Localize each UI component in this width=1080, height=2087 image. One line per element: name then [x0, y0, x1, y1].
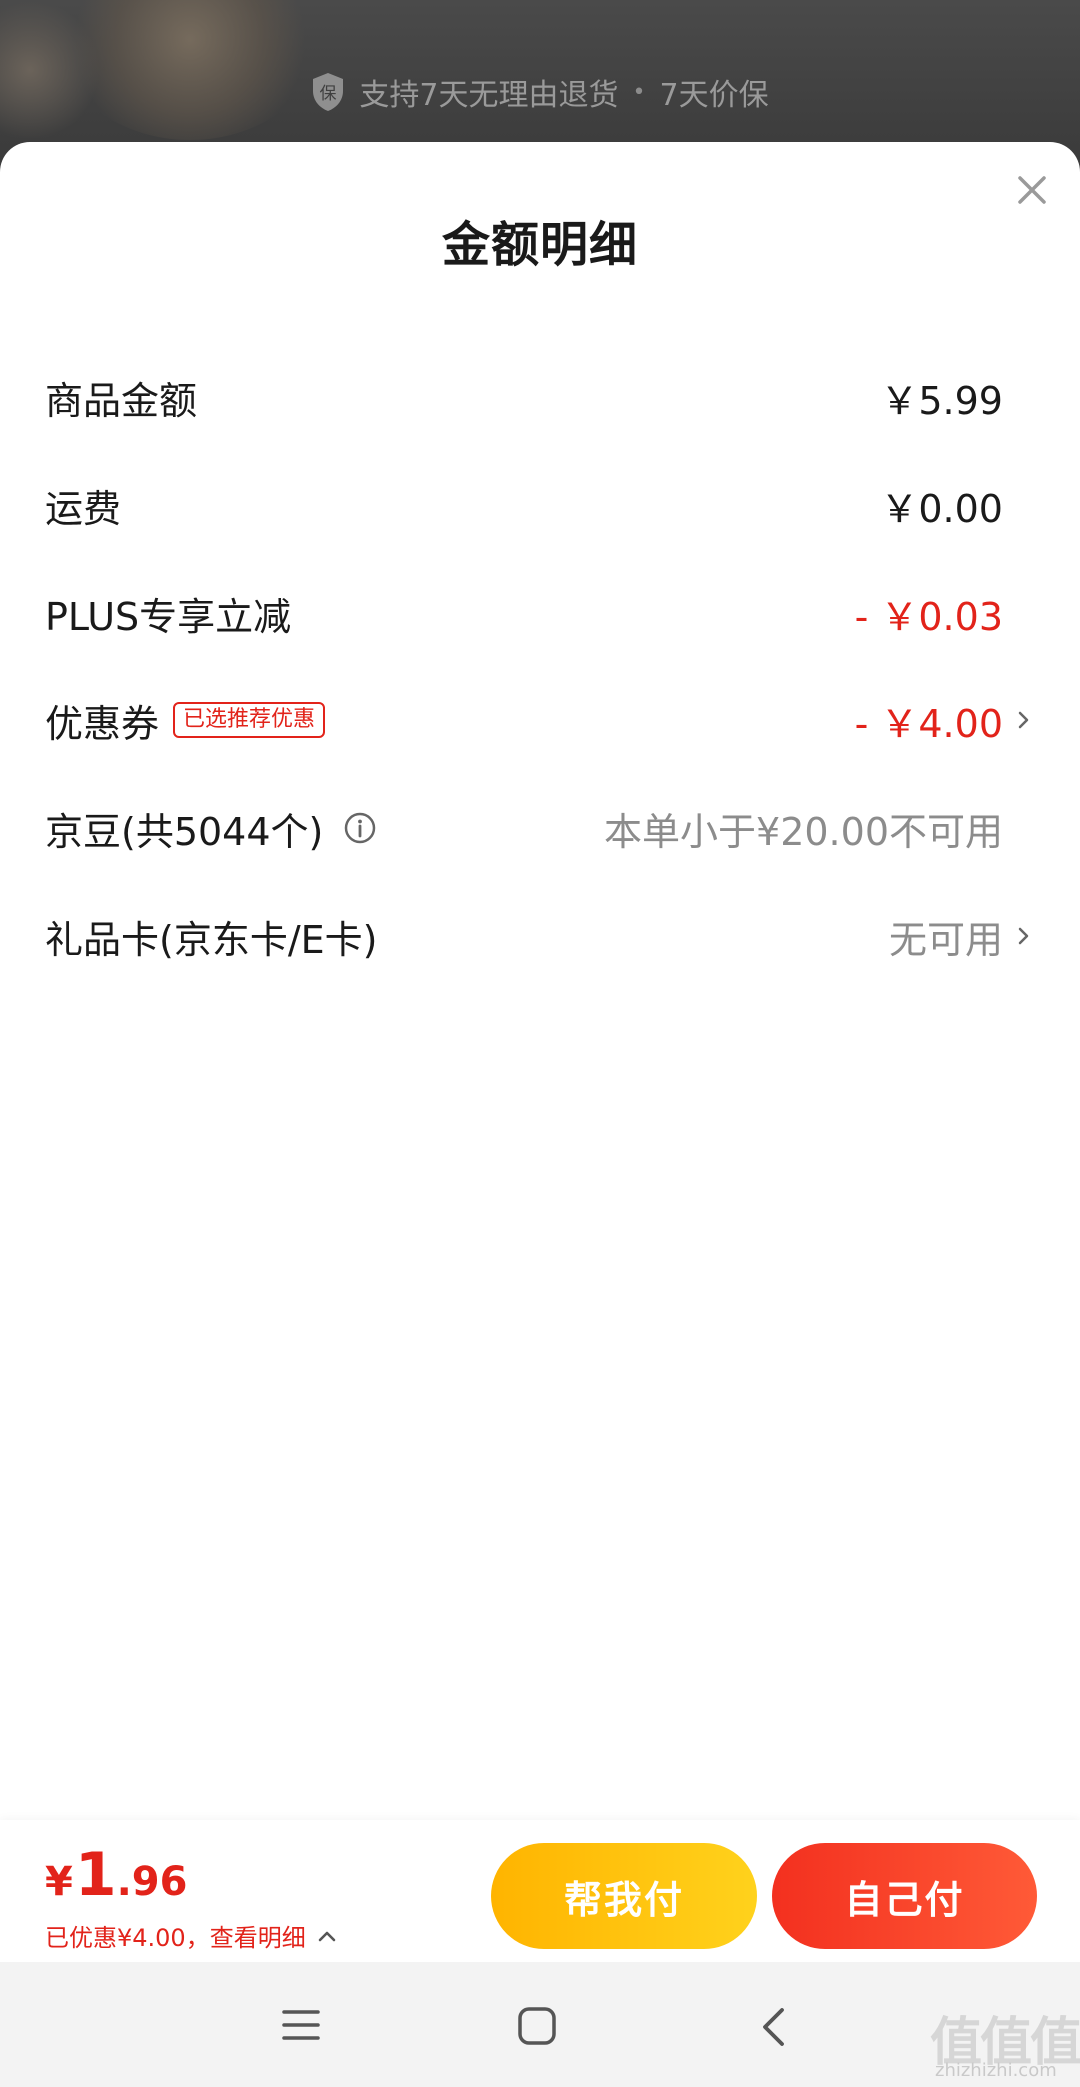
total-decimal: .96	[116, 1859, 188, 1905]
row-value: - ￥4.00	[854, 701, 1003, 746]
guarantee-text-price: 7天价保	[659, 78, 769, 113]
help-pay-button[interactable]: 帮我付	[491, 1843, 757, 1949]
shield-icon: 保	[313, 73, 344, 111]
discount-detail-link[interactable]: 已优惠¥4.00，查看明细	[45, 1918, 338, 1953]
recent-apps-icon[interactable]	[281, 2006, 321, 2044]
sheet-title: 金额明细	[441, 217, 638, 273]
discount-text: 已优惠¥4.00，查看明细	[45, 1924, 306, 1952]
self-pay-button[interactable]: 自己付	[772, 1843, 1037, 1949]
row-jd-beans: 京豆(共5044个) 本单小于¥20.00不可用	[45, 788, 1035, 868]
row-value: 本单小于¥20.00不可用	[604, 809, 1003, 854]
svg-text:保: 保	[320, 84, 337, 104]
row-value-wrap: ￥0.00	[880, 478, 1035, 533]
home-icon[interactable]	[517, 2006, 557, 2046]
row-value-wrap: 本单小于¥20.00不可用	[604, 801, 1035, 856]
chevron-right-icon	[1018, 927, 1029, 945]
row-value: ￥5.99	[880, 378, 1003, 423]
row-label: 京豆(共5044个)	[45, 809, 324, 854]
total-price: ¥ 1 .96	[45, 1840, 187, 1910]
row-value-wrap: - ￥4.00	[855, 693, 1035, 748]
row-gift-card[interactable]: 礼品卡(京东卡/E卡) 无可用	[45, 896, 1035, 976]
row-label: 礼品卡(京东卡/E卡)	[45, 917, 378, 962]
row-label-wrap: 优惠券 已选推荐优惠	[45, 693, 326, 748]
guarantee-text-return: 支持7天无理由退货	[359, 78, 619, 113]
row-value-wrap: 无可用	[889, 909, 1035, 964]
recommended-coupon-badge: 已选推荐优惠	[173, 702, 326, 738]
separator-dot: •	[632, 79, 646, 105]
row-plus-discount: PLUS专享立减 - ￥0.03	[45, 573, 1035, 653]
row-value: 无可用	[888, 917, 1003, 962]
watermark-url: zhizhizhi.com	[935, 2060, 1057, 2081]
total-integer: 1	[74, 1840, 117, 1910]
row-shipping: 运费 ￥0.00	[45, 465, 1035, 545]
row-label-wrap: 京豆(共5044个)	[45, 801, 377, 856]
row-label: 商品金额	[45, 378, 198, 423]
back-icon[interactable]	[758, 2006, 788, 2048]
info-icon[interactable]	[343, 811, 377, 845]
guarantee-banner: 保 支持7天无理由退货 • 7天价保	[0, 70, 1080, 114]
currency-symbol: ¥	[45, 1859, 73, 1905]
screen: 保 支持7天无理由退货 • 7天价保 金额明细 商品金额 ￥5.99 运费 ￥0…	[0, 0, 1080, 2087]
chevron-right-icon	[1018, 711, 1029, 729]
row-label: PLUS专享立减	[45, 594, 292, 639]
row-value: - ￥0.03	[854, 594, 1003, 639]
row-value-wrap: ￥5.99	[880, 370, 1035, 425]
row-coupon[interactable]: 优惠券 已选推荐优惠 - ￥4.00	[45, 680, 1035, 760]
row-goods-amount: 商品金额 ￥5.99	[45, 357, 1035, 437]
close-icon[interactable]	[1012, 170, 1052, 210]
row-value: ￥0.00	[880, 486, 1003, 531]
chevron-up-icon	[318, 1931, 336, 1941]
row-value-wrap: - ￥0.03	[855, 586, 1035, 641]
background-page: 保 支持7天无理由退货 • 7天价保	[0, 0, 1080, 160]
row-label: 优惠券	[45, 701, 160, 746]
row-label: 运费	[45, 486, 122, 531]
